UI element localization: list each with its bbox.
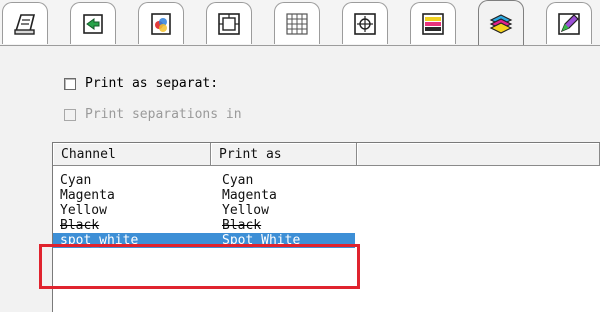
channel-cell: Black bbox=[60, 218, 100, 233]
tab-color[interactable] bbox=[138, 2, 184, 44]
table-row[interactable]: Magenta Magenta bbox=[53, 188, 355, 203]
print-as-cell: Yellow bbox=[222, 203, 269, 218]
tab-separations[interactable] bbox=[478, 0, 524, 46]
print-separations-checkbox[interactable] bbox=[64, 77, 76, 90]
print-as-cell: Black bbox=[222, 218, 262, 233]
tab-layout[interactable] bbox=[206, 2, 252, 44]
grid-icon bbox=[286, 12, 308, 35]
printer-page-icon bbox=[14, 13, 36, 35]
print-separations-option[interactable]: Print as separat: bbox=[64, 76, 218, 91]
list-header: Channel Print as bbox=[53, 143, 600, 166]
table-row[interactable]: Black Black bbox=[53, 218, 355, 233]
tab-print-page[interactable] bbox=[2, 2, 48, 44]
print-separations-label: Print as separat: bbox=[85, 76, 219, 91]
print-separations-in-label: Print separations in bbox=[85, 107, 242, 122]
color-bars-icon bbox=[422, 12, 444, 35]
tab-marks[interactable] bbox=[342, 2, 388, 44]
frame-icon bbox=[218, 12, 240, 35]
column-header-print-as[interactable]: Print as bbox=[211, 143, 357, 166]
table-row[interactable]: Cyan Cyan bbox=[53, 173, 355, 188]
tab-pages[interactable] bbox=[70, 2, 116, 44]
print-as-cell: Magenta bbox=[222, 188, 277, 203]
table-row[interactable]: Yellow Yellow bbox=[53, 203, 355, 218]
highlight-annotation-box bbox=[39, 244, 360, 289]
color-page-icon bbox=[151, 12, 171, 35]
print-separations-in-option: Print separations in bbox=[64, 107, 242, 122]
print-as-cell: Cyan bbox=[222, 173, 254, 188]
arrow-page-icon bbox=[83, 13, 103, 34]
channel-cell: Cyan bbox=[60, 173, 92, 188]
tab-strip bbox=[0, 0, 600, 46]
channel-cell: Magenta bbox=[60, 188, 115, 203]
print-separations-in-checkbox bbox=[64, 108, 76, 121]
tab-color-bars[interactable] bbox=[410, 2, 456, 44]
channel-cell: Yellow bbox=[60, 203, 107, 218]
column-header-empty[interactable] bbox=[357, 143, 600, 166]
tab-ink[interactable] bbox=[546, 2, 592, 44]
pen-color-icon bbox=[558, 12, 580, 35]
ink-layers-icon bbox=[489, 13, 513, 34]
column-header-channel[interactable]: Channel bbox=[53, 143, 211, 166]
crosshair-icon bbox=[354, 12, 376, 35]
tab-grid[interactable] bbox=[274, 2, 320, 44]
